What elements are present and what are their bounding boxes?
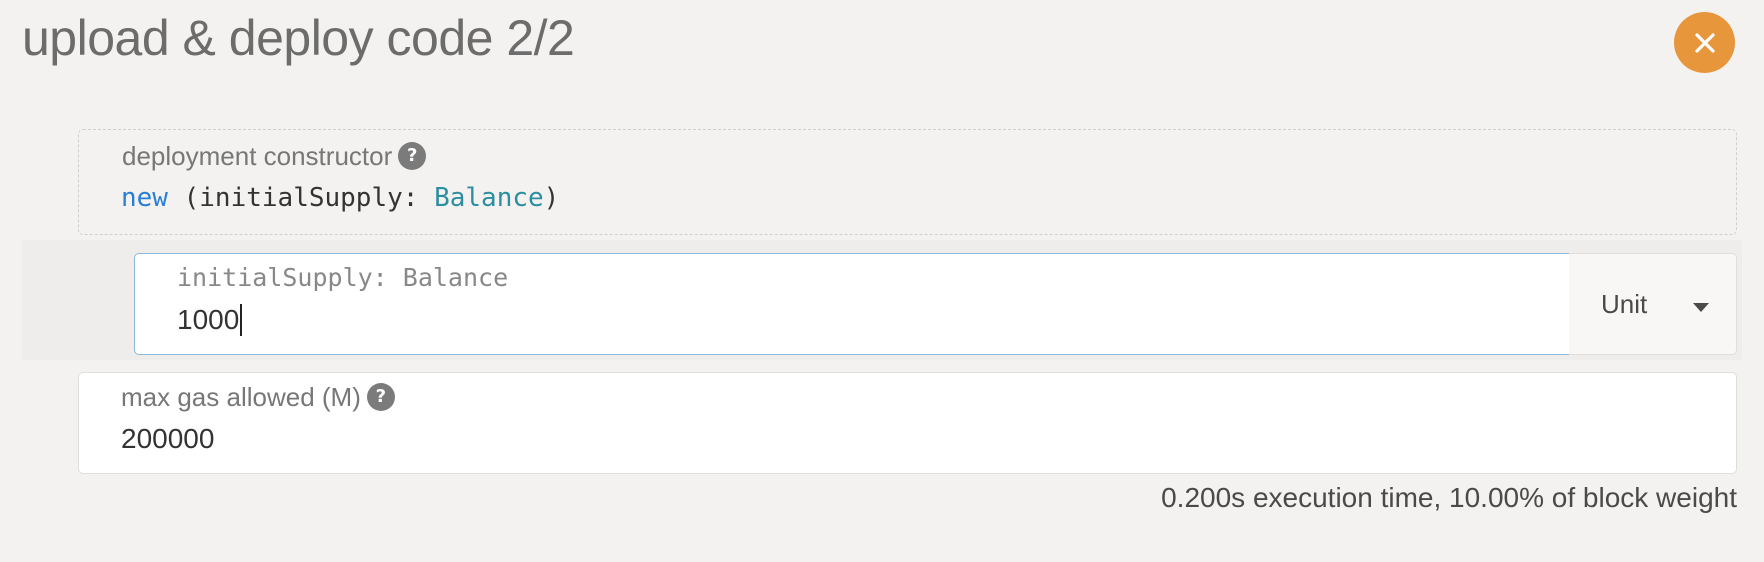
modal-title: upload & deploy code 2/2 [22, 10, 575, 66]
text-caret [240, 304, 243, 336]
max-gas-label: max gas allowed (M) [121, 382, 361, 412]
constructor-label-row: deployment constructor ? [122, 138, 427, 174]
constructor-label: deployment constructor [122, 141, 393, 171]
unit-dropdown-label: Unit [1601, 289, 1648, 319]
help-icon[interactable]: ? [366, 383, 395, 411]
close-button[interactable] [1674, 12, 1735, 73]
initial-supply-value-row[interactable]: 1000 [177, 300, 243, 340]
chevron-down-icon [1693, 300, 1709, 318]
initial-supply-input[interactable]: initialSupply: Balance 1000 [134, 253, 1570, 355]
constructor-params-open: (initialSupply: [167, 183, 435, 213]
deployment-constructor-panel: deployment constructor ? new (initialSup… [78, 129, 1737, 235]
constructor-param-type: Balance [434, 183, 544, 213]
initial-supply-value: 1000 [177, 304, 240, 335]
unit-dropdown[interactable]: Unit [1569, 253, 1737, 355]
constructor-keyword: new [121, 183, 168, 213]
constructor-params-close: ) [543, 183, 560, 213]
max-gas-input[interactable]: max gas allowed (M) ? 200000 [78, 372, 1737, 474]
max-gas-label-row: max gas allowed (M) ? [121, 379, 395, 415]
initial-supply-label: initialSupply: Balance [177, 263, 509, 292]
max-gas-value[interactable]: 200000 [121, 419, 214, 459]
close-icon [1694, 32, 1716, 54]
execution-info: 0.200s execution time, 10.00% of block w… [1161, 482, 1737, 513]
help-icon[interactable]: ? [398, 142, 427, 170]
constructor-signature: new (initialSupply: Balance) [121, 180, 559, 216]
